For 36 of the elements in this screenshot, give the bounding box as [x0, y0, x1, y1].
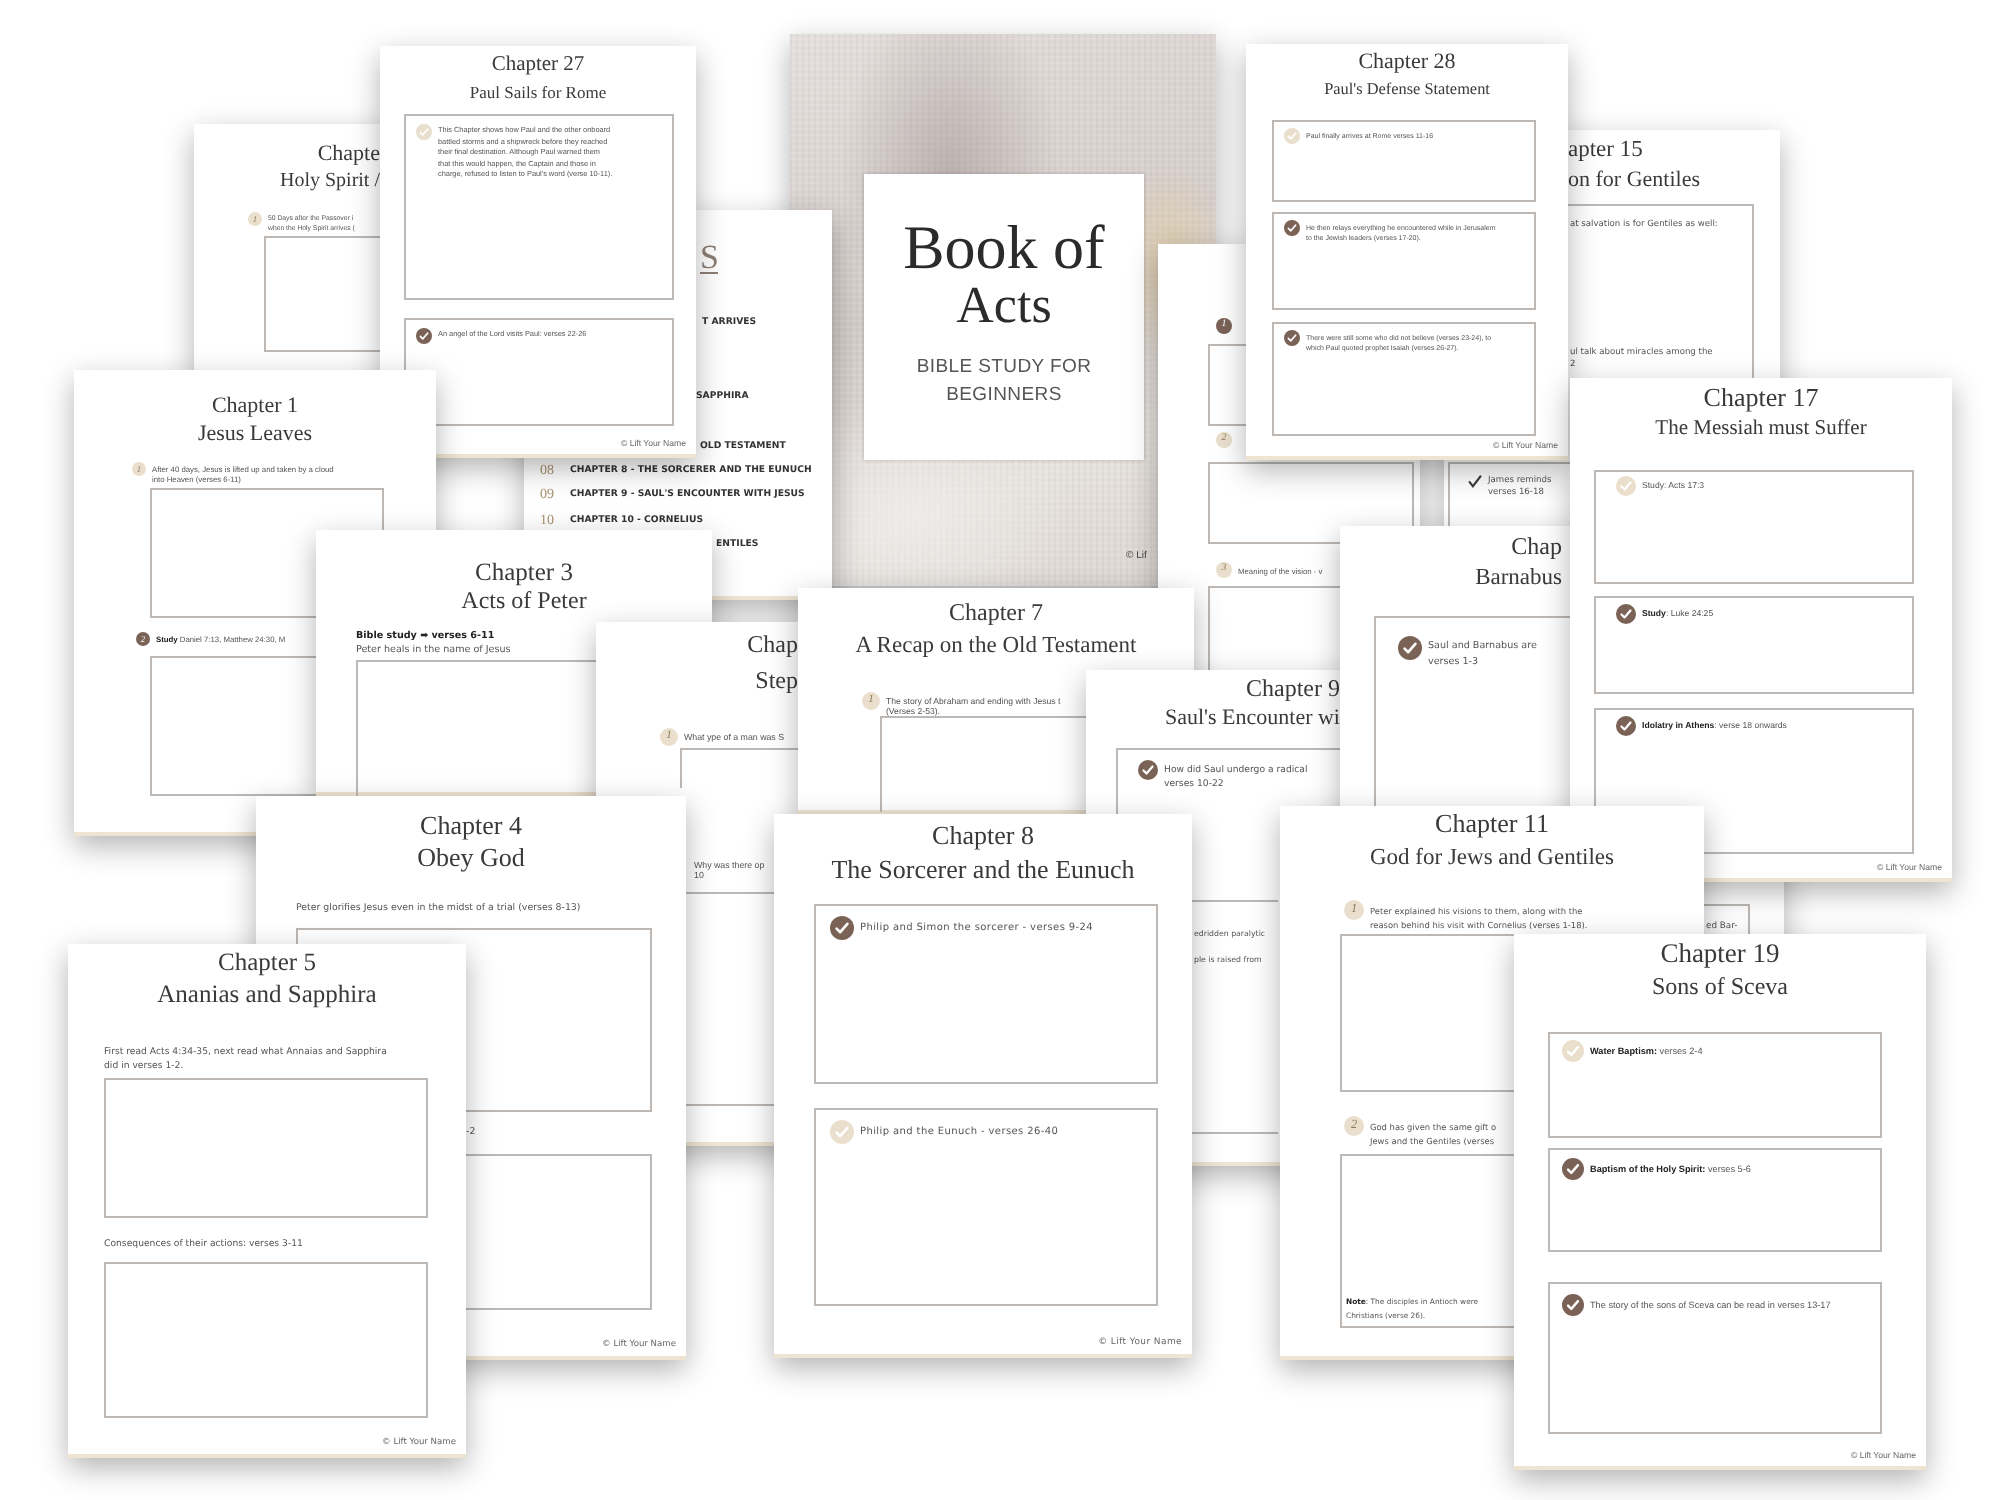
book-title: Book of Acts	[903, 216, 1105, 332]
chapter-title: Obey God	[417, 843, 525, 874]
chapter-title: The Messiah must Suffer	[1655, 417, 1867, 442]
chapter-heading: Chapter 27	[491, 54, 585, 79]
chapter-heading: Chapter 28	[1358, 50, 1456, 76]
chapter-title: Acts of Peter	[461, 588, 587, 617]
check-mark-icon	[1468, 474, 1482, 488]
chapter-title: Holy Spirit /	[279, 169, 380, 193]
chapter-title: Sons of Sceva	[1652, 973, 1788, 1001]
chapter-title: Paul's Defense Statement	[1324, 79, 1490, 99]
chapter-title: God for Jews and Gentiles	[1369, 845, 1614, 873]
chapter-heading: Chapter 8	[932, 822, 1034, 852]
chapter-title: on for Gentiles	[1568, 168, 1700, 194]
chapter-heading: apter 15	[1568, 138, 1643, 165]
chapter-title: Barnabus	[1475, 565, 1562, 593]
chapter-heading: Chapter 4	[420, 812, 522, 842]
chapter-title: Jesus Leaves	[197, 421, 313, 447]
chapter-heading: Chapter 11	[1435, 810, 1549, 840]
chapter-title: The Sorcerer and the Eunuch	[831, 855, 1135, 886]
chapter-title: Ananias and Sapphira	[157, 980, 377, 1010]
chapter-heading: Chapter 9	[1246, 676, 1340, 704]
chapter-heading: Chapter 3	[475, 558, 573, 587]
chapter-heading: Chapter 7	[949, 600, 1043, 628]
chapter-heading: Chapter 1	[211, 394, 299, 420]
chapter-heading: Chapter 17	[1703, 384, 1819, 414]
chapter-heading: Chapter 19	[1660, 938, 1780, 970]
chapter-heading: Chapter 5	[218, 948, 316, 977]
chapter-title: A Recap on the Old Testament	[855, 633, 1137, 661]
chapter-heading: Chapte	[317, 142, 380, 168]
chapter-title: Saul's Encounter wi	[1164, 705, 1340, 731]
chapter-title: Paul Sails for Rome	[469, 84, 607, 104]
chapter-heading: Chap	[1511, 534, 1562, 562]
chapter-title: Step	[755, 667, 798, 696]
book-subtitle: BIBLE STUDY FOR BEGINNERS	[916, 354, 1092, 410]
contents-heading: S	[700, 242, 719, 274]
chapter-heading: Chap	[747, 632, 798, 660]
